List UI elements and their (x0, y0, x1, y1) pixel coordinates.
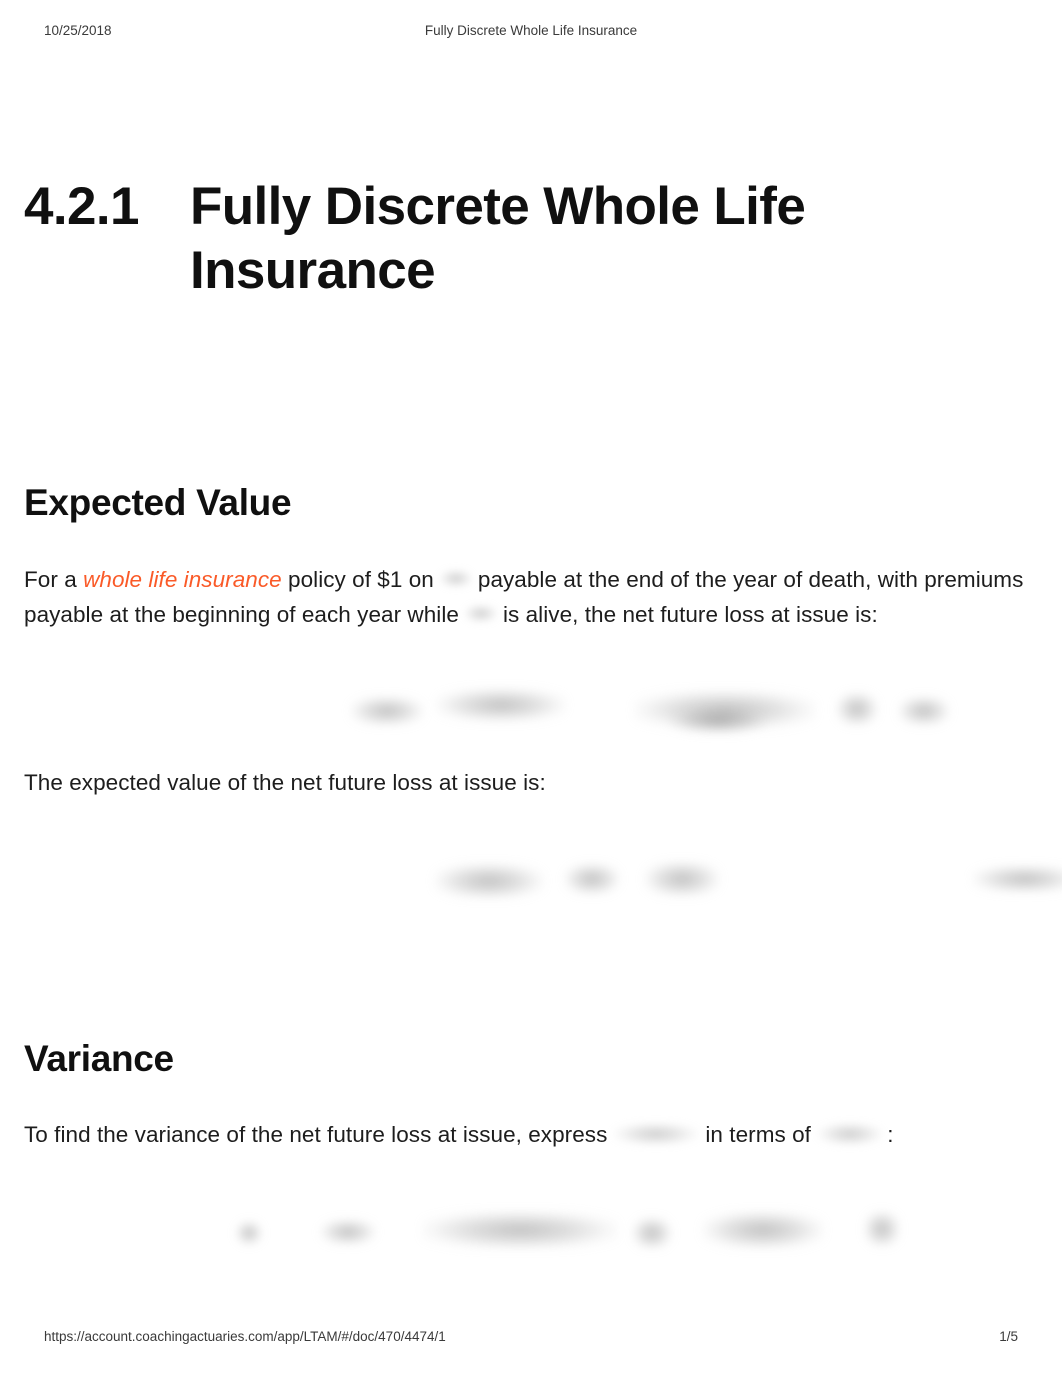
inline-math-placeholder-annuity (613, 1122, 700, 1147)
variance-text-middle: in terms of (705, 1122, 811, 1148)
equation-glyph (436, 688, 566, 723)
footer-page-number: 1/5 (999, 1329, 1018, 1344)
equation-glyph (434, 862, 544, 899)
section-title-text: Fully Discrete Whole Life Insurance (190, 177, 806, 301)
display-equation-expected-value (24, 845, 1062, 917)
spacer-after-expected-value-heading (24, 525, 1038, 563)
print-header: 10/25/2018 Fully Discrete Whole Life Ins… (0, 23, 1062, 43)
spacer-before-equation-3 (24, 1153, 1038, 1199)
equation-glyph (632, 1216, 672, 1249)
document-content: 4.2.1 Fully Discrete Whole Life Insuranc… (24, 175, 1062, 1271)
equation-glyph (644, 860, 720, 897)
inline-math-placeholder-life-x-2 (463, 604, 498, 624)
printed-document-page: 10/25/2018 Fully Discrete Whole Life Ins… (0, 0, 1062, 1377)
heading-variance: Variance (24, 1037, 174, 1079)
equation-glyph (320, 1218, 376, 1245)
equation-number-tag (972, 864, 1062, 893)
spacer-before-equation-1 (24, 632, 1038, 676)
equation-glyph (564, 862, 620, 895)
variance-text-after: : (887, 1122, 894, 1148)
variance-text-before: To find the variance of the net future l… (24, 1122, 608, 1148)
equation-glyph (350, 696, 424, 727)
inline-math-placeholder-life-x (438, 569, 473, 589)
spacer-before-equation-2 (24, 801, 1038, 845)
equation-glyph (702, 1210, 824, 1249)
equation-glyph (836, 692, 878, 727)
section-number: 4.2.1 (24, 177, 139, 236)
print-footer: https://account.coachingactuaries.com/ap… (0, 1329, 1062, 1349)
equation-glyph (670, 708, 766, 735)
spacer-after-equation-1 (24, 748, 1038, 766)
paragraph-expected-value-intro: The expected value of the net future los… (24, 770, 546, 796)
paragraph-net-future-loss-definition: For a whole life insurance policy of $1 … (24, 563, 1038, 632)
equation-glyph (236, 1220, 262, 1245)
heading-expected-value: Expected Value (24, 482, 292, 524)
link-whole-life-insurance[interactable]: whole life insurance (83, 567, 282, 592)
equation-glyph (864, 1210, 900, 1247)
spacer-before-variance-heading (24, 917, 1038, 1037)
inline-math-placeholder-discount (817, 1122, 884, 1147)
paragraph-variance-intro: To find the variance of the net future l… (24, 1118, 1038, 1153)
spacer-after-title (24, 303, 1038, 481)
equation-glyph (898, 696, 950, 727)
header-document-title: Fully Discrete Whole Life Insurance (424, 23, 638, 38)
paragraph-text-after-link: policy of $1 on (288, 566, 434, 592)
footer-source-url[interactable]: https://account.coachingactuaries.com/ap… (44, 1329, 446, 1344)
equation-glyph (422, 1210, 618, 1249)
display-equation-variance-expression (24, 1199, 1038, 1271)
paragraph-text-before-link: For a (24, 566, 77, 592)
spacer-after-variance-heading (24, 1080, 1038, 1118)
paragraph-text-end: is alive, the net future loss at issue i… (502, 601, 878, 627)
page-title: 4.2.1 Fully Discrete Whole Life Insuranc… (24, 175, 1038, 303)
display-equation-net-future-loss (24, 676, 1038, 748)
